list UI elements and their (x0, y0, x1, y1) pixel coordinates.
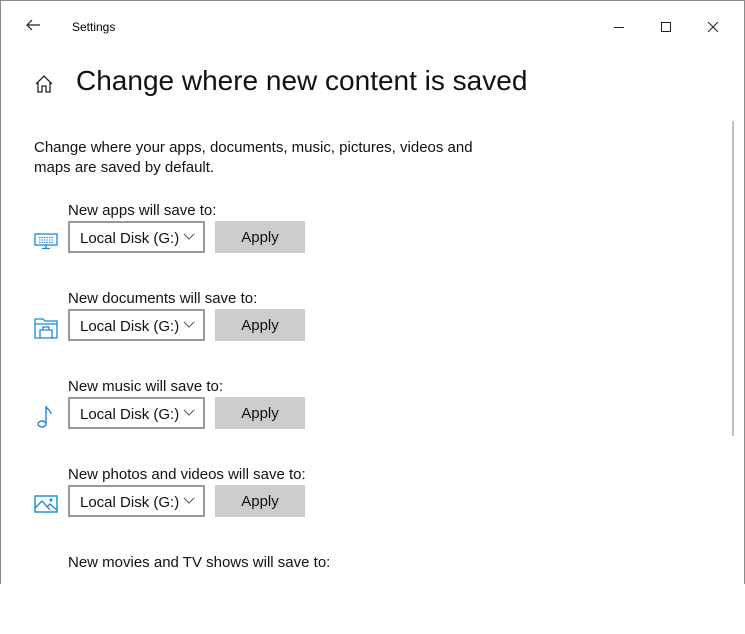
close-icon (708, 22, 718, 32)
section-label: New music will save to: (68, 378, 224, 395)
apply-button[interactable]: Apply (215, 309, 305, 341)
dropdown-value: Local Disk (G:) (80, 318, 180, 335)
home-icon (35, 75, 53, 93)
close-button[interactable] (690, 11, 736, 43)
movies-save-section: New movies and TV shows will save to: (1, 554, 401, 634)
section-label: New photos and videos will save to: (68, 466, 306, 483)
location-dropdown[interactable]: Local Disk (G:) (68, 397, 205, 429)
page-description: Change where your apps, documents, music… (34, 139, 473, 176)
location-dropdown[interactable]: Local Disk (G:) (68, 485, 205, 517)
section-label: New documents will save to: (68, 290, 258, 307)
section-label: New apps will save to: (68, 202, 217, 219)
settings-window: Settings Change where new content is sav… (0, 0, 745, 584)
chevron-down-icon (183, 497, 195, 504)
photos-save-section: New photos and videos will save to: Loca… (1, 466, 401, 546)
location-dropdown[interactable]: Local Disk (G:) (68, 221, 205, 253)
maximize-icon (661, 22, 671, 32)
apply-button[interactable]: Apply (215, 221, 305, 253)
apply-button[interactable]: Apply (215, 397, 305, 429)
folder-icon (34, 318, 58, 339)
monitor-icon (34, 233, 58, 250)
dropdown-value: Local Disk (G:) (80, 230, 180, 247)
music-note-icon (37, 405, 52, 428)
maximize-button[interactable] (643, 11, 689, 43)
picture-icon (34, 495, 58, 513)
minimize-button[interactable] (596, 11, 642, 43)
section-label: New movies and TV shows will save to: (68, 554, 331, 571)
apply-button[interactable]: Apply (215, 485, 305, 517)
back-arrow-icon (26, 19, 40, 31)
music-save-section: New music will save to: Local Disk (G:) … (1, 378, 401, 458)
scrollbar[interactable] (732, 121, 734, 436)
chevron-down-icon (183, 409, 195, 416)
home-button[interactable] (34, 74, 54, 99)
back-button[interactable] (25, 17, 41, 38)
window-title: Settings (72, 20, 116, 34)
page-title: Change where new content is saved (76, 65, 528, 96)
documents-save-section: New documents will save to: Local Disk (… (1, 290, 401, 370)
chevron-down-icon (183, 321, 195, 328)
chevron-down-icon (183, 233, 195, 240)
apps-save-section: New apps will save to: Local Disk (G:) A… (1, 202, 401, 282)
minimize-icon (614, 27, 624, 28)
dropdown-value: Local Disk (G:) (80, 494, 180, 511)
location-dropdown[interactable]: Local Disk (G:) (68, 309, 205, 341)
dropdown-value: Local Disk (G:) (80, 406, 180, 423)
